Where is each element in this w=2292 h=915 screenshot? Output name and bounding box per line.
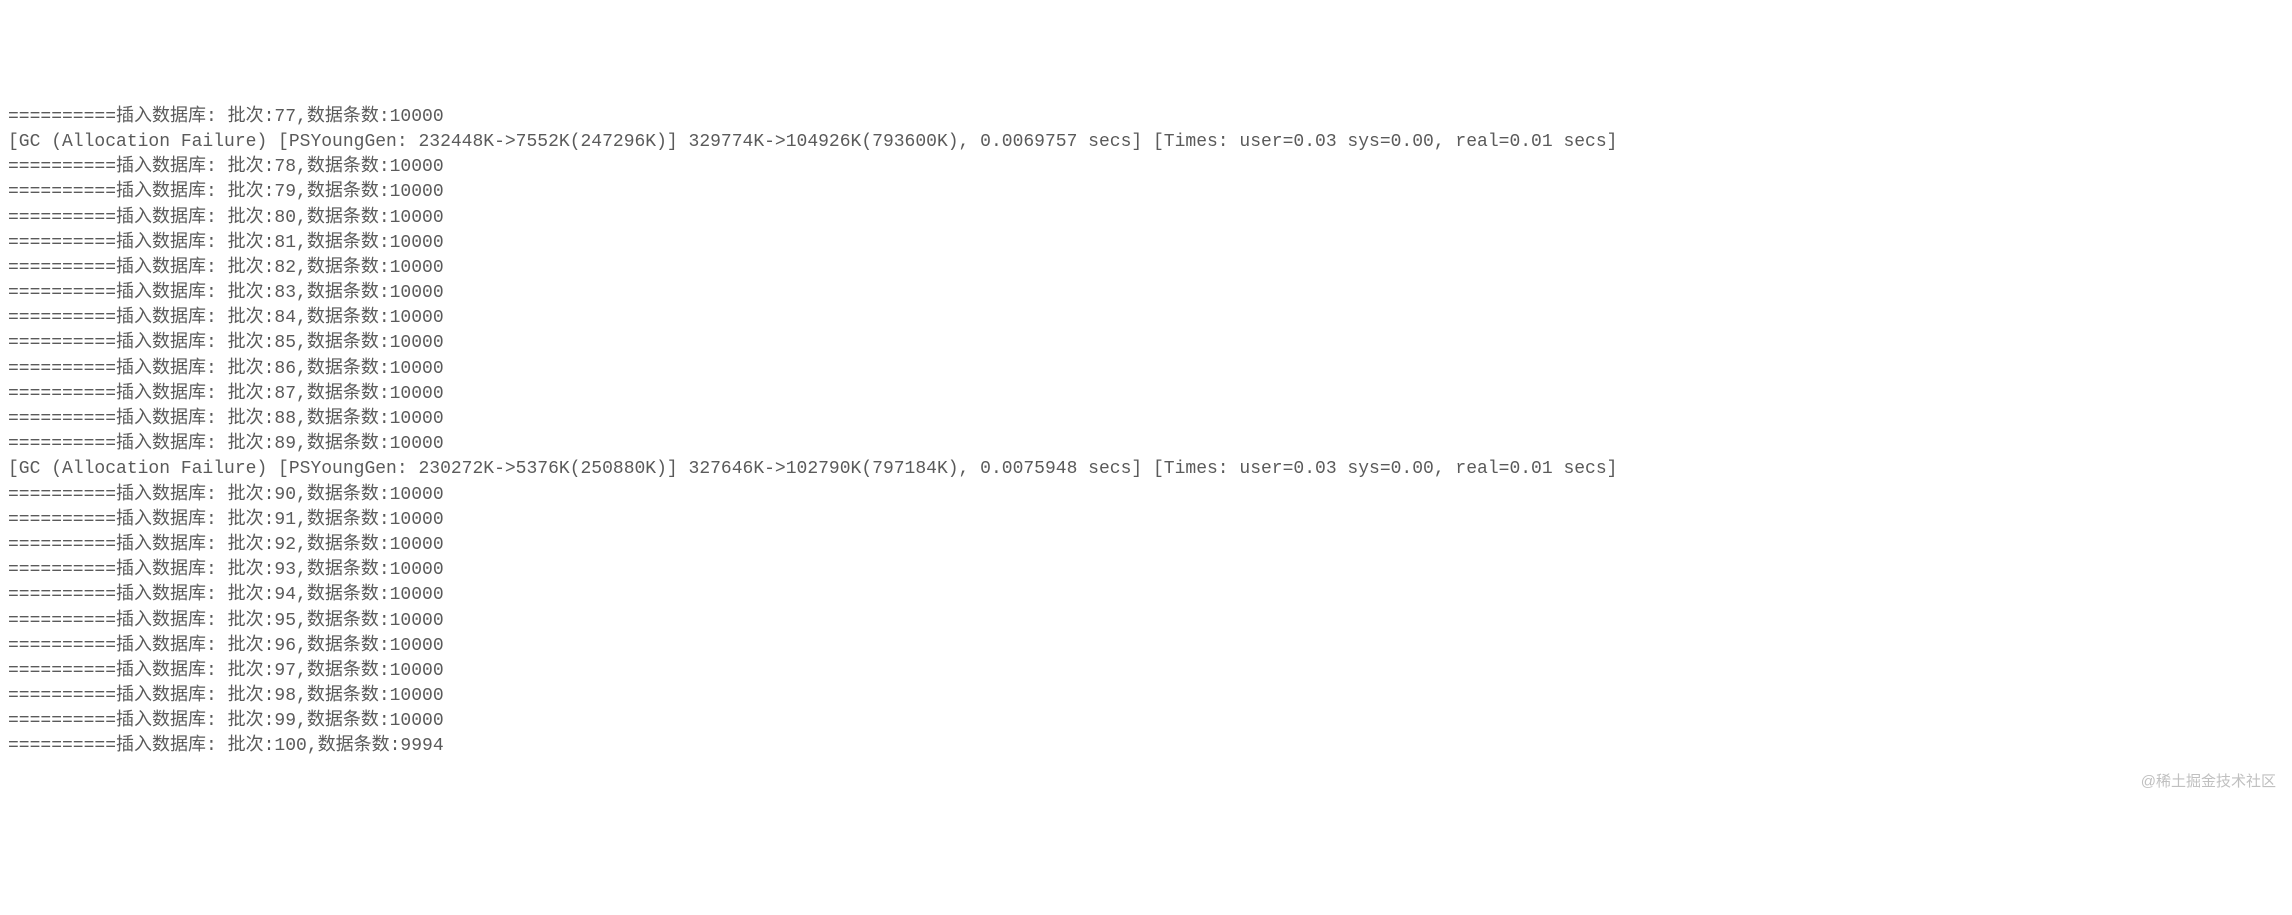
insert-log-line: ==========插入数据库: 批次:87,数据条数:10000 — [8, 382, 2284, 407]
insert-log-line: ==========插入数据库: 批次:97,数据条数:10000 — [8, 659, 2284, 684]
console-output: ==========插入数据库: 批次:77,数据条数:10000[GC (Al… — [8, 105, 2284, 760]
insert-log-line: ==========插入数据库: 批次:93,数据条数:10000 — [8, 558, 2284, 583]
insert-log-line: ==========插入数据库: 批次:94,数据条数:10000 — [8, 583, 2284, 608]
gc-log-line: [GC (Allocation Failure) [PSYoungGen: 23… — [8, 130, 2284, 155]
insert-log-line: ==========插入数据库: 批次:81,数据条数:10000 — [8, 231, 2284, 256]
insert-log-line: ==========插入数据库: 批次:99,数据条数:10000 — [8, 709, 2284, 734]
watermark-text: @稀土掘金技术社区 — [2141, 771, 2276, 792]
insert-log-line: ==========插入数据库: 批次:98,数据条数:10000 — [8, 684, 2284, 709]
insert-log-line: ==========插入数据库: 批次:91,数据条数:10000 — [8, 508, 2284, 533]
gc-log-line: [GC (Allocation Failure) [PSYoungGen: 23… — [8, 457, 2284, 482]
insert-log-line: ==========插入数据库: 批次:79,数据条数:10000 — [8, 180, 2284, 205]
insert-log-line: ==========插入数据库: 批次:80,数据条数:10000 — [8, 206, 2284, 231]
insert-log-line: ==========插入数据库: 批次:88,数据条数:10000 — [8, 407, 2284, 432]
insert-log-line: ==========插入数据库: 批次:78,数据条数:10000 — [8, 155, 2284, 180]
insert-log-line: ==========插入数据库: 批次:86,数据条数:10000 — [8, 357, 2284, 382]
insert-log-line: ==========插入数据库: 批次:84,数据条数:10000 — [8, 306, 2284, 331]
insert-log-line: ==========插入数据库: 批次:85,数据条数:10000 — [8, 331, 2284, 356]
insert-log-line: ==========插入数据库: 批次:90,数据条数:10000 — [8, 483, 2284, 508]
insert-log-line: ==========插入数据库: 批次:83,数据条数:10000 — [8, 281, 2284, 306]
insert-log-line: ==========插入数据库: 批次:89,数据条数:10000 — [8, 432, 2284, 457]
insert-log-line: ==========插入数据库: 批次:95,数据条数:10000 — [8, 609, 2284, 634]
insert-log-line: ==========插入数据库: 批次:82,数据条数:10000 — [8, 256, 2284, 281]
insert-log-line: ==========插入数据库: 批次:77,数据条数:10000 — [8, 105, 2284, 130]
insert-log-line: ==========插入数据库: 批次:92,数据条数:10000 — [8, 533, 2284, 558]
insert-log-line: ==========插入数据库: 批次:96,数据条数:10000 — [8, 634, 2284, 659]
insert-log-line: ==========插入数据库: 批次:100,数据条数:9994 — [8, 734, 2284, 759]
